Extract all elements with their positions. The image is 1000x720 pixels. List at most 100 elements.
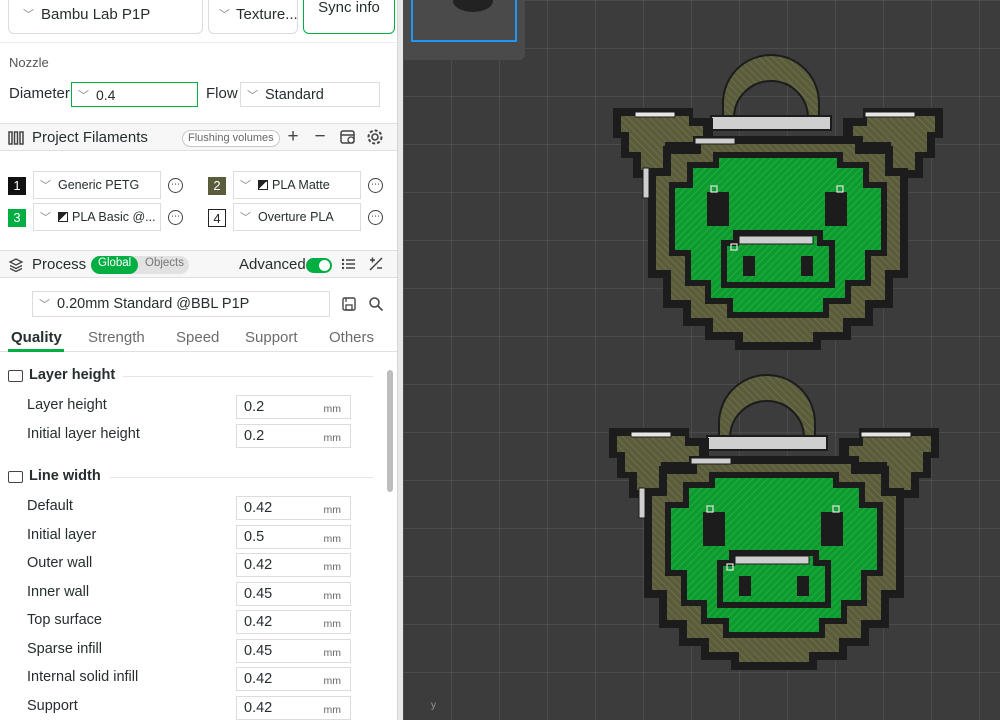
- initial-layer-height-input[interactable]: 0.2 mm: [236, 424, 351, 448]
- objects-tab[interactable]: Objects: [145, 257, 184, 269]
- gear-icon[interactable]: [366, 128, 384, 146]
- line-width-support-input[interactable]: 0.42 mm: [236, 696, 351, 720]
- unit-label: mm: [323, 590, 342, 602]
- filament-name-1: Generic PETG: [58, 178, 140, 192]
- chevron-down-icon: ﹀: [240, 180, 251, 192]
- compare-icon[interactable]: [367, 255, 385, 273]
- search-icon[interactable]: [368, 296, 384, 312]
- filament-number-1: 1: [8, 177, 26, 195]
- diameter-select[interactable]: ﹀ 0.4: [71, 82, 198, 107]
- tab-others[interactable]: Others: [329, 329, 374, 346]
- printer-name: Bambu Lab P1P: [41, 5, 151, 23]
- diameter-value: 0.4: [96, 86, 116, 103]
- line-width-initial-layer-value: 0.5: [244, 529, 265, 545]
- filament-number-2: 2: [208, 177, 226, 195]
- unit-label: mm: [323, 704, 342, 716]
- line-width-top-surface-label: Top surface: [27, 612, 102, 628]
- line-width-sparse-infill-value: 0.45: [244, 643, 273, 659]
- filament-select-4[interactable]: ﹀ Overture PLA: [233, 203, 361, 231]
- process-preset-name: 0.20mm Standard @BBL P1P: [57, 296, 250, 312]
- filament-spool-icon: [8, 131, 24, 145]
- line-width-outer-wall-label: Outer wall: [27, 555, 93, 571]
- line-width-internal-solid-infill-value: 0.42: [244, 671, 273, 687]
- filament-more-icon-3[interactable]: ⋯: [168, 210, 183, 225]
- process-header: Process Global Objects Advanced: [0, 250, 397, 278]
- save-preset-icon[interactable]: [341, 296, 357, 312]
- line-width-group-title: Line width: [29, 468, 101, 484]
- line-width-sparse-infill-input[interactable]: 0.45 mm: [236, 639, 351, 663]
- printer-select[interactable]: ﹀ Bambu Lab P1P: [8, 0, 203, 34]
- unit-label: mm: [323, 618, 342, 630]
- line-width-support-label: Support: [27, 698, 78, 714]
- tab-speed[interactable]: Speed: [176, 329, 219, 346]
- line-width-outer-wall-input[interactable]: 0.42 mm: [236, 553, 351, 577]
- chevron-down-icon: ﹀: [219, 9, 230, 21]
- flushing-volumes-button[interactable]: Flushing volumes: [182, 130, 280, 147]
- unit-label: mm: [323, 647, 342, 659]
- layer-height-icon: [8, 370, 23, 382]
- list-icon[interactable]: [340, 255, 358, 273]
- plate-type-select[interactable]: ﹀ Texture...: [208, 0, 298, 34]
- filament-more-icon-4[interactable]: ⋯: [368, 210, 383, 225]
- line-width-default-label: Default: [27, 498, 73, 514]
- filament-number-3: 3: [8, 209, 26, 227]
- layers-icon: [8, 258, 24, 273]
- line-width-initial-layer-input[interactable]: 0.5 mm: [236, 525, 351, 549]
- filament-name-3: PLA Basic @...: [72, 210, 156, 224]
- global-tab[interactable]: Global: [91, 256, 139, 274]
- line-width-initial-layer-label: Initial layer: [27, 527, 97, 543]
- line-width-inner-wall-input[interactable]: 0.45 mm: [236, 582, 351, 606]
- global-objects-toggle[interactable]: Global Objects: [91, 256, 189, 274]
- nozzle-title: Nozzle: [9, 55, 49, 70]
- build-plate-viewport[interactable]: y: [403, 0, 1000, 720]
- unit-label: mm: [323, 432, 342, 444]
- line-width-default-input[interactable]: 0.42 mm: [236, 496, 351, 520]
- build-plate-canvas: [403, 0, 1000, 720]
- filament-select-2[interactable]: ﹀ PLA Matte: [233, 171, 361, 199]
- line-width-internal-solid-infill-label: Internal solid infill: [27, 669, 139, 685]
- tab-quality[interactable]: Quality: [11, 329, 62, 346]
- line-width-internal-solid-infill-input[interactable]: 0.42 mm: [236, 667, 351, 691]
- unit-label: mm: [323, 403, 342, 415]
- printer-row: ﹀ Bambu Lab P1P ﹀ Texture... Sync info: [0, 0, 397, 38]
- filament-more-icon-2[interactable]: ⋯: [368, 178, 383, 193]
- filament-more-icon-1[interactable]: ⋯: [168, 178, 183, 193]
- unit-label: mm: [323, 675, 342, 687]
- chevron-down-icon: ﹀: [40, 180, 51, 192]
- chevron-down-icon: ﹀: [39, 299, 50, 311]
- line-width-icon: [8, 471, 23, 483]
- advanced-switch[interactable]: [306, 258, 332, 273]
- sync-info-button[interactable]: Sync info: [303, 0, 395, 34]
- line-width-default-value: 0.42: [244, 500, 273, 516]
- tab-strength[interactable]: Strength: [88, 329, 145, 346]
- tab-support[interactable]: Support: [245, 329, 298, 346]
- process-tabs: Quality Strength Speed Support Others: [0, 324, 397, 352]
- line-width-inner-wall-label: Inner wall: [27, 584, 90, 600]
- line-width-inner-wall-value: 0.45: [244, 586, 273, 602]
- settings-scrollbar-thumb[interactable]: [387, 370, 393, 492]
- divider: [123, 376, 373, 377]
- process-title: Process: [32, 256, 87, 273]
- remove-filament-icon[interactable]: −: [311, 127, 329, 146]
- process-preset-select[interactable]: ﹀ 0.20mm Standard @BBL P1P: [32, 291, 330, 317]
- initial-layer-height-value: 0.2: [244, 428, 265, 444]
- add-filament-icon[interactable]: +: [284, 127, 302, 146]
- layer-height-value: 0.2: [244, 399, 265, 415]
- filament-name-2: PLA Matte: [272, 178, 330, 192]
- nozzle-panel: Nozzle Diameter ﹀ 0.4 Flow ﹀ Standard: [0, 42, 397, 122]
- active-tab-indicator: [8, 349, 64, 352]
- filament-select-3[interactable]: ﹀ PLA Basic @...: [33, 203, 161, 231]
- advanced-label: Advanced: [239, 256, 306, 273]
- flow-label: Flow: [206, 85, 238, 102]
- unit-label: mm: [323, 504, 342, 516]
- unit-label: mm: [323, 533, 342, 545]
- filament-name-4: Overture PLA: [258, 210, 334, 224]
- plate-thumbnail[interactable]: [403, 0, 525, 60]
- layer-height-label: Layer height: [27, 397, 107, 413]
- sync-ams-icon[interactable]: [339, 128, 357, 146]
- filament-select-1[interactable]: ﹀ Generic PETG: [33, 171, 161, 199]
- line-width-top-surface-input[interactable]: 0.42 mm: [236, 610, 351, 634]
- chevron-down-icon: ﹀: [240, 212, 251, 224]
- flow-select[interactable]: ﹀ Standard: [240, 82, 380, 107]
- layer-height-input[interactable]: 0.2 mm: [236, 395, 351, 419]
